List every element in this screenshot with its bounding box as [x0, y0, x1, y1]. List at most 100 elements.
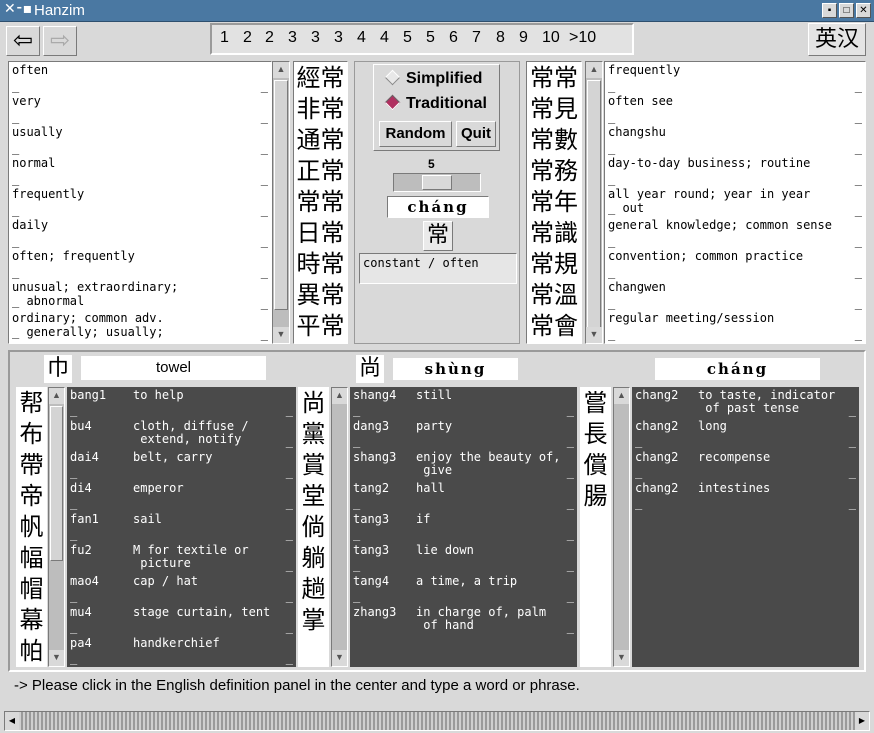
left-definitions-panel[interactable]: often _ _ very _ _ usually _ _ normal _ _ frequently…: [8, 61, 272, 344]
back-button[interactable]: ⇦: [6, 26, 40, 56]
frequency-tab-2[interactable]: 2: [265, 29, 274, 47]
scroll-down-icon[interactable]: ▼: [614, 650, 629, 666]
phonetic-char[interactable]: 倘: [298, 512, 329, 543]
radical-def-row[interactable]: bang1 to help _ _: [67, 387, 296, 418]
radical-char[interactable]: 帮: [16, 388, 47, 419]
frequency-tab-5[interactable]: 3: [334, 29, 343, 47]
homophone-def-row[interactable]: chang2 to taste, indicator of past tense _: [632, 387, 859, 418]
homophone-char[interactable]: 嘗: [580, 388, 611, 419]
radical-def-row[interactable]: bu4 cloth, diffuse / extend, notify _: [67, 418, 296, 449]
radical-char[interactable]: 帆: [16, 512, 47, 543]
right-word[interactable]: 常務: [527, 156, 581, 187]
window-menu-icon[interactable]: ✕⁃▪: [4, 1, 32, 17]
phonetic-char[interactable]: 掌: [298, 605, 329, 636]
right-scrollbar[interactable]: ▲ ▼: [585, 61, 603, 344]
phonetic-definitions-panel[interactable]: shang4 still _ _ dang3 party _ _ shang3 enjoy the…: [350, 387, 577, 667]
radical-def-row[interactable]: mao4 cap / hat _ _: [67, 573, 296, 604]
radical-character[interactable]: 巾: [44, 355, 72, 383]
frequency-tab-4[interactable]: 3: [311, 29, 320, 47]
right-defs-row[interactable]: convention; common practice _ _: [605, 248, 865, 279]
radical-def-row[interactable]: fu2 M for textile or picture _: [67, 542, 296, 573]
forward-button[interactable]: ⇨: [43, 26, 77, 56]
homophone-def-row[interactable]: chang2 long _ _: [632, 418, 859, 449]
scroll-up-icon[interactable]: ▲: [586, 62, 602, 78]
scroll-right-icon[interactable]: ▶: [855, 712, 869, 730]
radical-char[interactable]: 帽: [16, 574, 47, 605]
current-pinyin-field[interactable]: cháng: [387, 196, 489, 218]
homophone-char[interactable]: 腸: [580, 481, 611, 512]
phonetic-def-row[interactable]: tang4 a time, a trip _ _: [350, 573, 577, 604]
phonetic-component-character[interactable]: 尚: [356, 355, 384, 383]
scroll-up-icon[interactable]: ▲: [332, 388, 347, 404]
traditional-radio[interactable]: Traditional: [384, 94, 487, 113]
right-word[interactable]: 常年: [527, 187, 581, 218]
right-word[interactable]: 常見: [527, 94, 581, 125]
scroll-down-icon[interactable]: ▼: [49, 650, 64, 666]
phonetic-def-row[interactable]: tang2 hall _ _: [350, 480, 577, 511]
language-toggle-button[interactable]: 英汉: [808, 23, 866, 56]
left-defs-row[interactable]: unusual; extraordinary; _ abnormal _: [9, 279, 271, 310]
right-definitions-panel[interactable]: frequently _ _ often see _ _ changshu _ _ day-to-…: [604, 61, 866, 344]
current-definition-field[interactable]: constant / often: [359, 253, 517, 284]
scroll-up-icon[interactable]: ▲: [614, 388, 629, 404]
left-defs-row[interactable]: daily _ _: [9, 217, 271, 248]
scroll-left-icon[interactable]: ◀: [5, 712, 19, 730]
scroll-up-icon[interactable]: ▲: [273, 62, 289, 78]
phonetic-def-row[interactable]: tang3 lie down _ _: [350, 542, 577, 573]
right-defs-row[interactable]: changwen _ _: [605, 279, 865, 310]
left-defs-row[interactable]: normal _ _: [9, 155, 271, 186]
simplified-radio[interactable]: Simplified: [384, 69, 482, 88]
right-word[interactable]: 常會: [527, 311, 581, 342]
homophone-char[interactable]: 長: [580, 419, 611, 450]
phonetic-def-row[interactable]: shang3 enjoy the beauty of, give _: [350, 449, 577, 480]
right-word[interactable]: 常數: [527, 125, 581, 156]
right-defs-row[interactable]: all year round; year in year _ out _: [605, 186, 865, 217]
radical-char[interactable]: 帝: [16, 481, 47, 512]
frequency-tab-15[interactable]: >10: [569, 29, 596, 47]
left-defs-row[interactable]: ordinary; common adv. _ generally; usual…: [9, 310, 271, 341]
scroll-down-icon[interactable]: ▼: [332, 650, 347, 666]
radical-def-row[interactable]: mu4 stage curtain, tent _ _: [67, 604, 296, 635]
scroll-thumb[interactable]: [274, 80, 288, 310]
radical-char[interactable]: 帕: [16, 636, 47, 667]
right-defs-row[interactable]: general knowledge; common sense _ _: [605, 217, 865, 248]
slider-track[interactable]: [393, 173, 481, 192]
left-word[interactable]: 通常: [294, 125, 347, 156]
frequency-tab-7[interactable]: 4: [380, 29, 389, 47]
frequency-tab-1[interactable]: 2: [243, 29, 252, 47]
right-word[interactable]: 常溫: [527, 280, 581, 311]
radical-def-row[interactable]: fan1 sail _ _: [67, 511, 296, 542]
scroll-thumb[interactable]: [587, 80, 601, 328]
frequency-tab-6[interactable]: 4: [357, 29, 366, 47]
left-word[interactable]: 正常: [294, 156, 347, 187]
radical-char[interactable]: 帶: [16, 450, 47, 481]
scroll-thumb[interactable]: [50, 406, 63, 561]
close-button[interactable]: ✕: [856, 3, 871, 18]
frequency-tab-13[interactable]: 9: [519, 29, 528, 47]
phonetic-char[interactable]: 尚: [298, 388, 329, 419]
phonetic-def-row[interactable]: tang3 if _ _: [350, 511, 577, 542]
right-defs-row[interactable]: day-to-day business; routine _ _: [605, 155, 865, 186]
radical-chars-column[interactable]: 帮布帶帝帆幅帽幕帕: [16, 387, 47, 667]
phonetic-chars-column[interactable]: 尚黨賞堂倘躺趟掌: [298, 387, 329, 667]
left-word[interactable]: 日常: [294, 218, 347, 249]
right-words-column[interactable]: 常常 常見 常數 常務 常年 常識 常規 常溫 常會: [526, 61, 582, 344]
left-words-column[interactable]: 經常 非常 通常 正常 常常 日常 時常 異常 平常: [293, 61, 348, 344]
left-defs-row[interactable]: usually _ _: [9, 124, 271, 155]
radical-def-row[interactable]: dai4 belt, carry _ _: [67, 449, 296, 480]
quit-button[interactable]: Quit: [456, 121, 496, 147]
title-bar[interactable]: ✕⁃▪ Hanzim ▪ □ ✕: [0, 0, 874, 22]
right-defs-row[interactable]: often see _ _: [605, 93, 865, 124]
radical-definitions-panel[interactable]: bang1 to help _ _ bu4 cloth, diffuse / extend…: [67, 387, 296, 667]
left-word[interactable]: 常常: [294, 187, 347, 218]
phonetic-char[interactable]: 躺: [298, 543, 329, 574]
maximize-button[interactable]: □: [839, 3, 854, 18]
homophone-scrollbar[interactable]: ▲ ▼: [613, 387, 630, 667]
scroll-up-icon[interactable]: ▲: [49, 388, 64, 404]
radical-char[interactable]: 幕: [16, 605, 47, 636]
radical-scrollbar[interactable]: ▲ ▼: [48, 387, 65, 667]
phonetic-char[interactable]: 堂: [298, 481, 329, 512]
homophone-definitions-panel[interactable]: chang2 to taste, indicator of past tense _…: [632, 387, 859, 667]
left-defs-row[interactable]: often; frequently _ _: [9, 248, 271, 279]
frequency-tab-14[interactable]: 10: [542, 29, 560, 47]
